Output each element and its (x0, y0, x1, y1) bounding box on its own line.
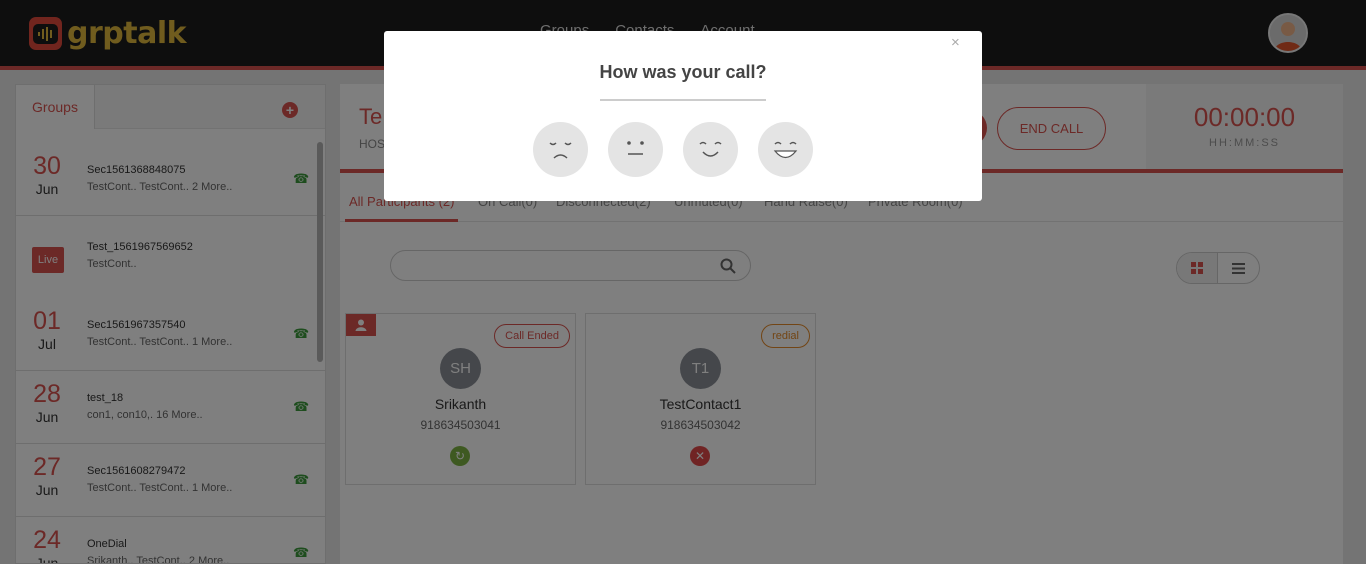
modal-title: How was your call? (599, 62, 767, 82)
feedback-modal: × How was your call? (384, 31, 982, 201)
smile-face-icon[interactable] (683, 122, 738, 177)
modal-divider (600, 99, 766, 101)
sad-face-icon[interactable] (533, 122, 588, 177)
neutral-face-icon[interactable] (608, 122, 663, 177)
close-icon[interactable]: × (951, 34, 960, 51)
happy-face-icon[interactable] (758, 122, 813, 177)
